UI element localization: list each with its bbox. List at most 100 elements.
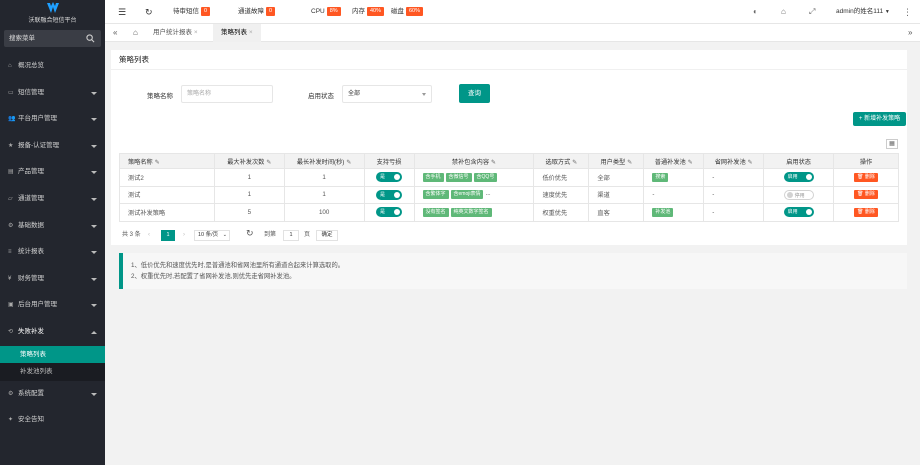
memory-badge: 40%: [367, 6, 385, 16]
column-header[interactable]: 最长补发时间(秒) ✎: [283, 153, 365, 169]
tag-icon[interactable]: ⌂: [781, 0, 786, 24]
sidebar-item[interactable]: ⚙ 系统配置: [0, 381, 105, 408]
column-header[interactable]: 策略名称 ✎: [119, 153, 215, 169]
loss-toggle[interactable]: 是: [376, 207, 403, 218]
column-header[interactable]: 操作: [833, 153, 899, 169]
status-filter-select[interactable]: 全部: [342, 85, 432, 103]
sidebar-item-label: 统计报表: [18, 248, 44, 256]
search-icon[interactable]: [86, 34, 95, 43]
add-strategy-button[interactable]: + 新增补发策略: [853, 112, 906, 126]
sidebar-subitem[interactable]: 策略列表: [0, 345, 105, 364]
table-cell: 🗑 删除: [833, 185, 899, 204]
prev-page-icon[interactable]: ‹: [148, 230, 150, 240]
sidebar-item[interactable]: ▣ 后台用户管理: [0, 292, 105, 319]
channel-fault-indicator[interactable]: 通道故障 0: [238, 0, 276, 24]
tab-user-stats[interactable]: 用户统计报表 ×: [145, 24, 206, 42]
delete-button[interactable]: 🗑 删除: [854, 172, 878, 182]
pending-sms-indicator[interactable]: 待审短信 0: [173, 0, 211, 24]
next-page-icon[interactable]: ›: [183, 230, 185, 240]
column-header[interactable]: 用户类型 ✎: [588, 153, 645, 169]
table-cell: 权重优先: [533, 203, 590, 222]
delete-button[interactable]: 🗑 删除: [854, 207, 878, 217]
table-cell: 测试: [119, 185, 215, 204]
delete-button[interactable]: 🗑 删除: [854, 190, 878, 200]
table-cell: 渠道: [588, 185, 645, 204]
more-tags-ellipsis: ...: [485, 190, 491, 198]
sidebar-item-label: 后台用户管理: [18, 301, 57, 309]
strategy-name-input[interactable]: 策略名称: [181, 85, 273, 103]
refresh-icon[interactable]: ↻: [145, 0, 153, 24]
edit-icon: ✎: [154, 159, 160, 166]
column-header[interactable]: 启用状态: [763, 153, 835, 169]
sidebar-subitem[interactable]: 补发池列表: [0, 363, 105, 381]
sidebar-item[interactable]: ⌂ 概况总览: [0, 53, 105, 80]
tabs-scroll-left-icon[interactable]: «: [105, 24, 125, 42]
more-icon[interactable]: ⋮: [903, 0, 912, 24]
goto-page-input[interactable]: 1: [283, 230, 299, 241]
sidebar-item[interactable]: ★ 报备-认证管理: [0, 133, 105, 160]
sidebar-item[interactable]: ≡ 统计报表: [0, 239, 105, 266]
column-header[interactable]: 最大补发次数 ✎: [213, 153, 285, 169]
chevron-down-icon: [91, 277, 97, 281]
table-cell: 含繁体字 含emoji表情...: [413, 185, 535, 204]
table-cell: 启用: [763, 203, 835, 222]
theme-icon[interactable]: ◐: [753, 0, 758, 24]
column-header[interactable]: 禁补包含内容 ✎: [413, 153, 535, 169]
content-tag: 含微信号: [445, 172, 472, 182]
add-strategy-label: 新增补发策略: [864, 116, 901, 122]
status-toggle[interactable]: 启用: [783, 172, 814, 183]
max-count: 1: [247, 173, 252, 181]
strategy-name-placeholder: 策略名称: [187, 91, 212, 97]
tab-strategy-list[interactable]: 策略列表 ×: [213, 24, 261, 42]
goto-confirm-button[interactable]: 确定: [316, 230, 338, 241]
sidebar-item[interactable]: ▤ 产品管理: [0, 159, 105, 186]
sidebar-item[interactable]: ⚙ 基础数据: [0, 213, 105, 240]
column-header[interactable]: 普通补发池 ✎: [643, 153, 705, 169]
loss-toggle[interactable]: 是: [376, 189, 403, 200]
menu-search-input[interactable]: 搜索菜单: [4, 30, 101, 47]
menu-search-placeholder: 搜索菜单: [9, 35, 35, 42]
tab-close-icon[interactable]: ×: [249, 29, 253, 36]
column-header[interactable]: 支持亏损: [363, 153, 415, 169]
column-header-label: 支持亏损: [376, 158, 402, 166]
status-toggle[interactable]: 启用: [783, 207, 814, 218]
user-menu[interactable]: admin的姓名111 ▼: [836, 0, 890, 24]
fullscreen-icon[interactable]: ⤢: [809, 0, 815, 24]
tab-close-icon[interactable]: ×: [194, 29, 198, 36]
sidebar-item[interactable]: 👥 平台用户管理: [0, 106, 105, 133]
column-header[interactable]: 选取方式 ✎: [533, 153, 590, 169]
column-header[interactable]: 省网补发池 ✎: [703, 153, 765, 169]
columns-filter-icon[interactable]: ▦: [886, 139, 898, 149]
tabs-scroll-right-icon[interactable]: »: [900, 24, 920, 42]
sidebar-item[interactable]: ⟲ 失败补发: [0, 319, 105, 346]
table-row[interactable]: 测试2 1 1 是含手机 含微信号 含QQ号 低价优先 全部 搜索 - 启用 🗑 删除: [119, 168, 899, 187]
status-toggle[interactable]: 停用: [783, 189, 814, 200]
edit-icon: ✎: [687, 159, 693, 166]
disk-label: 磁盘: [391, 8, 404, 15]
select-mode: 低价优先: [542, 174, 568, 182]
table-cell: -: [703, 185, 765, 204]
loss-toggle[interactable]: 是: [376, 172, 403, 183]
sidebar-item[interactable]: ▱ 通道管理: [0, 186, 105, 213]
sidebar-item[interactable]: ✦ 安全告知: [0, 407, 105, 434]
table-row[interactable]: 测试补发策略 5 100 是没有签名 纯英文数字签名 权重优先 直客 补发池 - 启用 🗑 删除: [119, 203, 899, 222]
query-button[interactable]: 查询: [459, 84, 490, 103]
table-cell: 1: [213, 185, 285, 204]
chevron-down-icon: [91, 251, 97, 255]
content-tag: 含QQ号: [473, 172, 498, 182]
menu-toggle-icon[interactable]: ☰: [118, 0, 126, 24]
sidebar-item[interactable]: ▭ 短信管理: [0, 80, 105, 107]
gear-icon: ⚙: [8, 390, 14, 397]
plus-icon: +: [858, 116, 863, 122]
star-icon: ★: [8, 142, 14, 149]
page-1-button[interactable]: 1: [161, 230, 175, 241]
list-icon: ≡: [8, 249, 12, 256]
table-row[interactable]: 测试 1 1 是含繁体字 含emoji表情... 速度优先 渠道 - - 停用 🗑 删除: [119, 185, 899, 204]
sidebar-item-label: 系统配置: [18, 389, 44, 397]
home-tab-icon[interactable]: ⌂: [125, 24, 146, 42]
money-icon: ¥: [8, 275, 12, 282]
refresh-page-icon[interactable]: ↻: [246, 228, 254, 238]
page-size-select[interactable]: 10 条/页 ⌄: [194, 230, 230, 241]
note-line: 2、权重优先时,若配置了省网补发池,则优先走省网补发池。: [131, 273, 296, 280]
sidebar-item[interactable]: ¥ 财务管理: [0, 266, 105, 293]
